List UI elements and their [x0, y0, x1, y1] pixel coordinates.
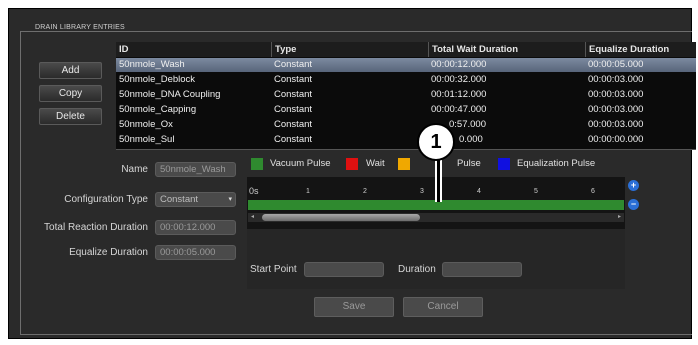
vacuum-pulse-swatch — [251, 158, 263, 170]
delete-button[interactable]: Delete — [39, 108, 102, 125]
tick-label: 1 — [306, 188, 310, 195]
cell-id: 50nmole_Ox — [119, 119, 173, 130]
configuration-type-select[interactable]: Constant ▾ — [155, 192, 236, 207]
start-point-field[interactable] — [304, 262, 384, 277]
tick-label: 4 — [477, 188, 481, 195]
table-row[interactable]: 50nmole_Wash Constant 00:00:12.000 00:00… — [116, 58, 696, 72]
cell-type: Constant — [274, 119, 313, 130]
duration-label: Duration — [398, 264, 436, 275]
cell-equalize: 00:00:00.000 — [588, 134, 644, 145]
cell-id: 50nmole_Deblock — [119, 74, 196, 85]
cell-id: 50nmole_Sul — [119, 134, 175, 145]
cell-total-wait: 00:00:12.000 — [431, 59, 487, 70]
equalize-duration-label: Equalize Duration — [69, 247, 148, 258]
duration-field[interactable] — [442, 262, 522, 277]
entries-table[interactable]: ID Type Total Wait Duration Equalize Dur… — [116, 42, 696, 149]
total-reaction-duration-label: Total Reaction Duration — [44, 222, 148, 233]
scrollbar-thumb[interactable] — [262, 214, 420, 221]
cell-id: 50nmole_Wash — [119, 59, 185, 70]
table-row[interactable]: 50nmole_Sul Constant 0.000 00:00:00.000 — [116, 133, 696, 147]
equalize-duration-field[interactable]: 00:00:05.000 — [155, 245, 236, 260]
cell-total-wait: 00:00:32.000 — [431, 74, 487, 85]
cell-total-wait: 00:01:12.000 — [431, 89, 487, 100]
cell-equalize: 00:00:03.000 — [588, 104, 644, 115]
pulse-label: Pulse — [457, 158, 481, 169]
tick-label: 3 — [420, 188, 424, 195]
name-field[interactable]: 50nmole_Wash — [155, 162, 236, 177]
tick-label: 0s — [249, 186, 259, 196]
cell-type: Constant — [274, 74, 313, 85]
configuration-type-value: Constant — [160, 194, 199, 205]
add-button[interactable]: Add — [39, 62, 102, 79]
cell-type: Constant — [274, 89, 313, 100]
column-header-total-wait[interactable]: Total Wait Duration — [428, 42, 585, 57]
cell-total-wait: 0.000 — [459, 134, 483, 145]
cell-equalize: 00:00:05.000 — [588, 59, 644, 70]
cell-id: 50nmole_Capping — [119, 104, 197, 115]
cell-total-wait: 00:00:47.000 — [431, 104, 487, 115]
table-divider — [116, 149, 696, 150]
column-header-type[interactable]: Type — [271, 42, 426, 57]
cancel-button[interactable]: Cancel — [403, 297, 483, 317]
cell-equalize: 00:00:03.000 — [588, 74, 644, 85]
table-row[interactable]: 50nmole_Capping Constant 00:00:47.000 00… — [116, 103, 696, 117]
zoom-in-icon[interactable]: + — [628, 180, 639, 191]
wait-label: Wait — [366, 158, 385, 169]
chevron-down-icon: ▾ — [228, 196, 232, 203]
cell-total-wait: 0:57.000 — [449, 119, 486, 130]
cell-type: Constant — [274, 134, 313, 145]
cell-type: Constant — [274, 59, 313, 70]
start-point-label: Start Point — [250, 264, 297, 275]
cell-type: Constant — [274, 104, 313, 115]
vacuum-pulse-label: Vacuum Pulse — [270, 158, 331, 169]
name-label: Name — [121, 164, 148, 175]
column-header-equalize[interactable]: Equalize Duration — [585, 42, 696, 57]
table-row[interactable]: 50nmole_Ox Constant 0:57.000 00:00:03.00… — [116, 118, 696, 132]
save-button[interactable]: Save — [314, 297, 394, 317]
tick-label: 2 — [363, 188, 367, 195]
scroll-left-icon[interactable]: ◂ — [251, 213, 254, 222]
table-row[interactable]: 50nmole_DNA Coupling Constant 00:01:12.0… — [116, 88, 696, 102]
callout-marker: 1 — [417, 123, 455, 161]
cell-equalize: 00:00:03.000 — [588, 89, 644, 100]
table-header: ID Type Total Wait Duration Equalize Dur… — [116, 42, 696, 57]
tick-label: 6 — [591, 188, 595, 195]
table-row[interactable]: 50nmole_Deblock Constant 00:00:32.000 00… — [116, 73, 696, 87]
copy-button[interactable]: Copy — [39, 85, 102, 102]
equalization-pulse-label: Equalization Pulse — [517, 158, 596, 169]
configuration-type-label: Configuration Type — [64, 194, 148, 205]
cell-id: 50nmole_DNA Coupling — [119, 89, 221, 100]
wait-swatch — [346, 158, 358, 170]
equalization-pulse-swatch — [498, 158, 510, 170]
callout-pointer — [435, 160, 442, 202]
pulse-swatch — [398, 158, 410, 170]
tick-label: 5 — [534, 188, 538, 195]
group-title: DRAIN LIBRARY ENTRIES — [32, 24, 128, 31]
cell-equalize: 00:00:03.000 — [588, 119, 644, 130]
column-header-id[interactable]: ID — [116, 42, 271, 57]
total-reaction-duration-field[interactable]: 00:00:12.000 — [155, 220, 236, 235]
scroll-right-icon[interactable]: ▸ — [618, 213, 621, 222]
pulse-detail-panel — [247, 229, 625, 289]
timeline-scrollbar[interactable]: ◂ ▸ — [248, 213, 624, 222]
zoom-out-icon[interactable]: − — [628, 199, 639, 210]
